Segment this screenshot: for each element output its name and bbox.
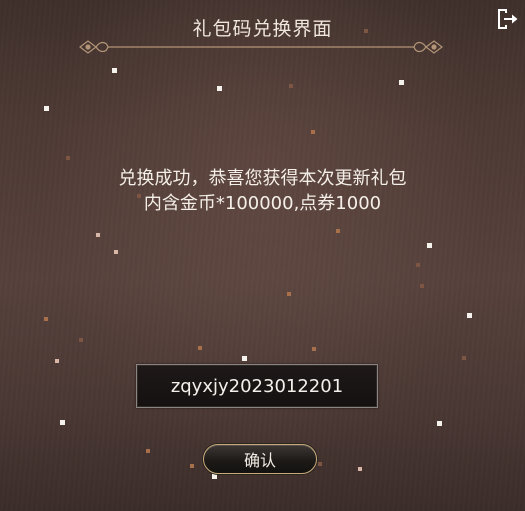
exit-icon[interactable] (495, 7, 519, 31)
result-line-1: 兑换成功，恭喜您获得本次更新礼包 (118, 168, 407, 189)
title-ornament-divider (79, 40, 443, 54)
gift-code-redeem-panel: 礼包码兑换界面 兑换成功，恭喜您获得本次更新礼包 内含金币*100000,点券1… (0, 0, 525, 511)
result-line-2: 内含金币*100000,点券1000 (143, 193, 382, 214)
confirm-button[interactable]: 确认 (203, 444, 317, 474)
gift-code-input[interactable] (136, 364, 378, 408)
background-particles (0, 0, 525, 511)
redeem-result-message: 兑换成功，恭喜您获得本次更新礼包 内含金币*100000,点券1000 (0, 166, 525, 216)
